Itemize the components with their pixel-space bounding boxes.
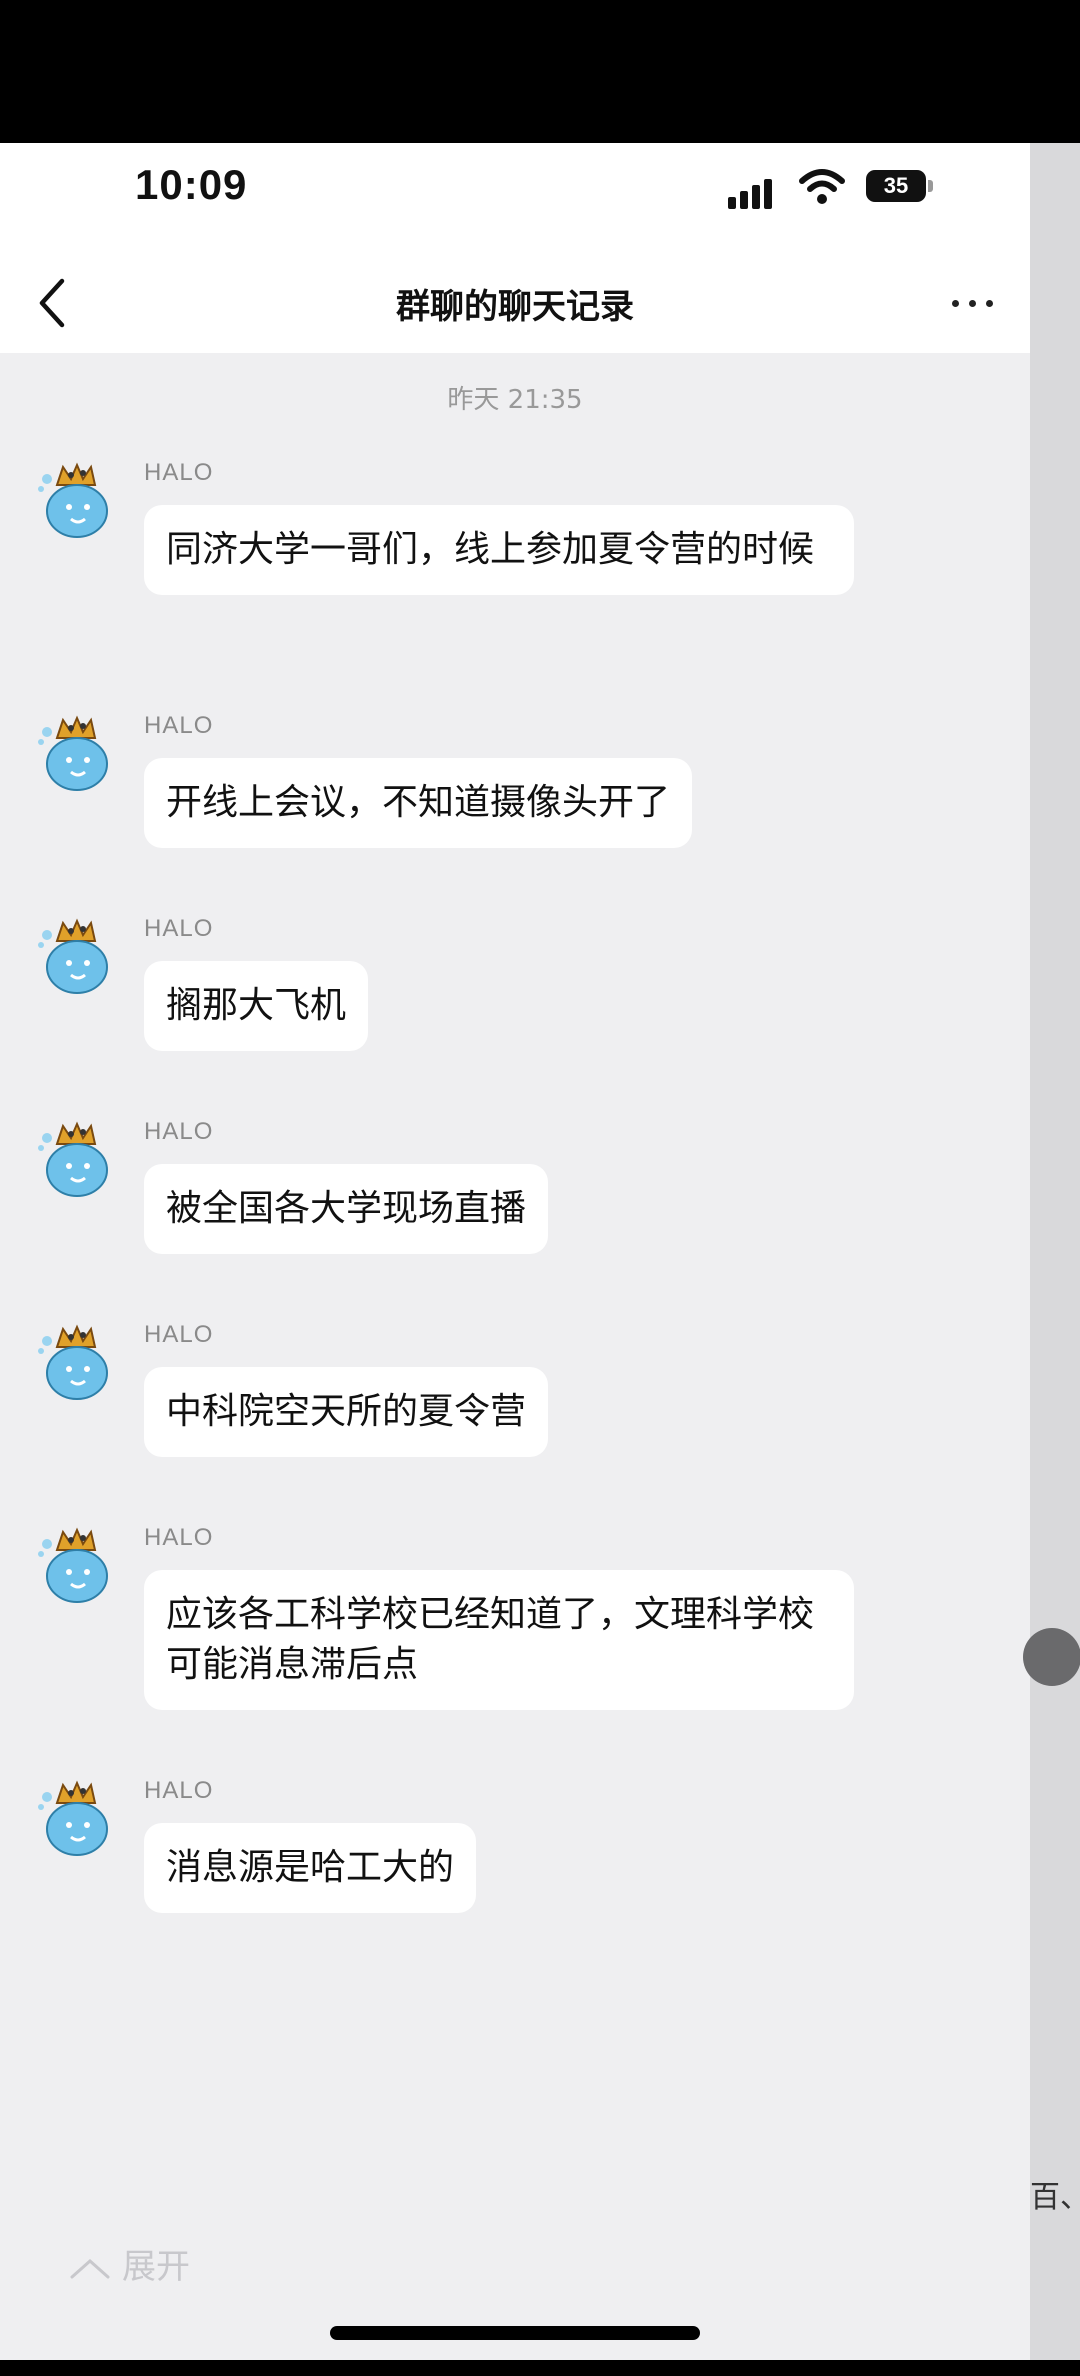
page-title: 群聊的聊天记录	[396, 287, 634, 327]
status-time: 10:09	[135, 161, 248, 208]
battery-icon: 35	[866, 170, 926, 202]
sender-name: HALO	[144, 459, 214, 486]
message-bubble[interactable]: 消息源是哈工大的	[144, 1823, 477, 1913]
sender-name: HALO	[144, 1118, 214, 1145]
avatar-whale-icon[interactable]	[35, 459, 117, 541]
emoji-icon	[1023, 1628, 1080, 1686]
top-letterbox	[0, 0, 1080, 143]
chat-history-screen: 10:09 35 群聊的聊天记录 昨天 21:35 HALO 同济大学一哥们，线…	[0, 143, 1030, 2360]
sender-name: HALO	[144, 915, 214, 942]
sender-name: HALO	[144, 712, 214, 739]
more-icon[interactable]	[948, 293, 998, 313]
bottom-letterbox	[0, 2360, 1080, 2376]
wifi-icon	[799, 169, 845, 204]
message-bubble[interactable]: 被全国各大学现场直播	[144, 1164, 549, 1254]
signal-icon	[728, 179, 780, 209]
message-bubble[interactable]: 应该各工科学校已经知道了，文理科学校可能消息滞后点	[144, 1570, 854, 1710]
corner-text: 百、	[1030, 2180, 1080, 2215]
avatar-whale-icon[interactable]	[35, 1777, 117, 1859]
message-bubble[interactable]: 中科院空天所的夏令营	[144, 1367, 549, 1457]
sender-name: HALO	[144, 1524, 214, 1551]
avatar-whale-icon[interactable]	[35, 1321, 117, 1403]
avatar-whale-icon[interactable]	[35, 915, 117, 997]
home-indicator[interactable]	[330, 2326, 700, 2340]
sender-name: HALO	[144, 1777, 214, 1804]
avatar-whale-icon[interactable]	[35, 1524, 117, 1606]
message-bubble[interactable]: 同济大学一哥们，线上参加夏令营的时候	[144, 505, 854, 595]
avatar-whale-icon[interactable]	[35, 1118, 117, 1200]
chevron-up-icon	[70, 2258, 110, 2278]
message-bubble[interactable]: 搁那大飞机	[144, 961, 369, 1051]
sender-name: HALO	[144, 1321, 214, 1348]
message-bubble[interactable]: 开线上会议，不知道摄像头开了	[144, 758, 693, 848]
expand-button[interactable]: 展开	[68, 2239, 190, 2288]
avatar-whale-icon[interactable]	[35, 712, 117, 794]
time-separator: 昨天 21:35	[447, 385, 583, 415]
expand-label: 展开	[122, 2247, 190, 2287]
background-app-strip	[1030, 143, 1080, 2360]
battery-tip	[928, 180, 933, 192]
